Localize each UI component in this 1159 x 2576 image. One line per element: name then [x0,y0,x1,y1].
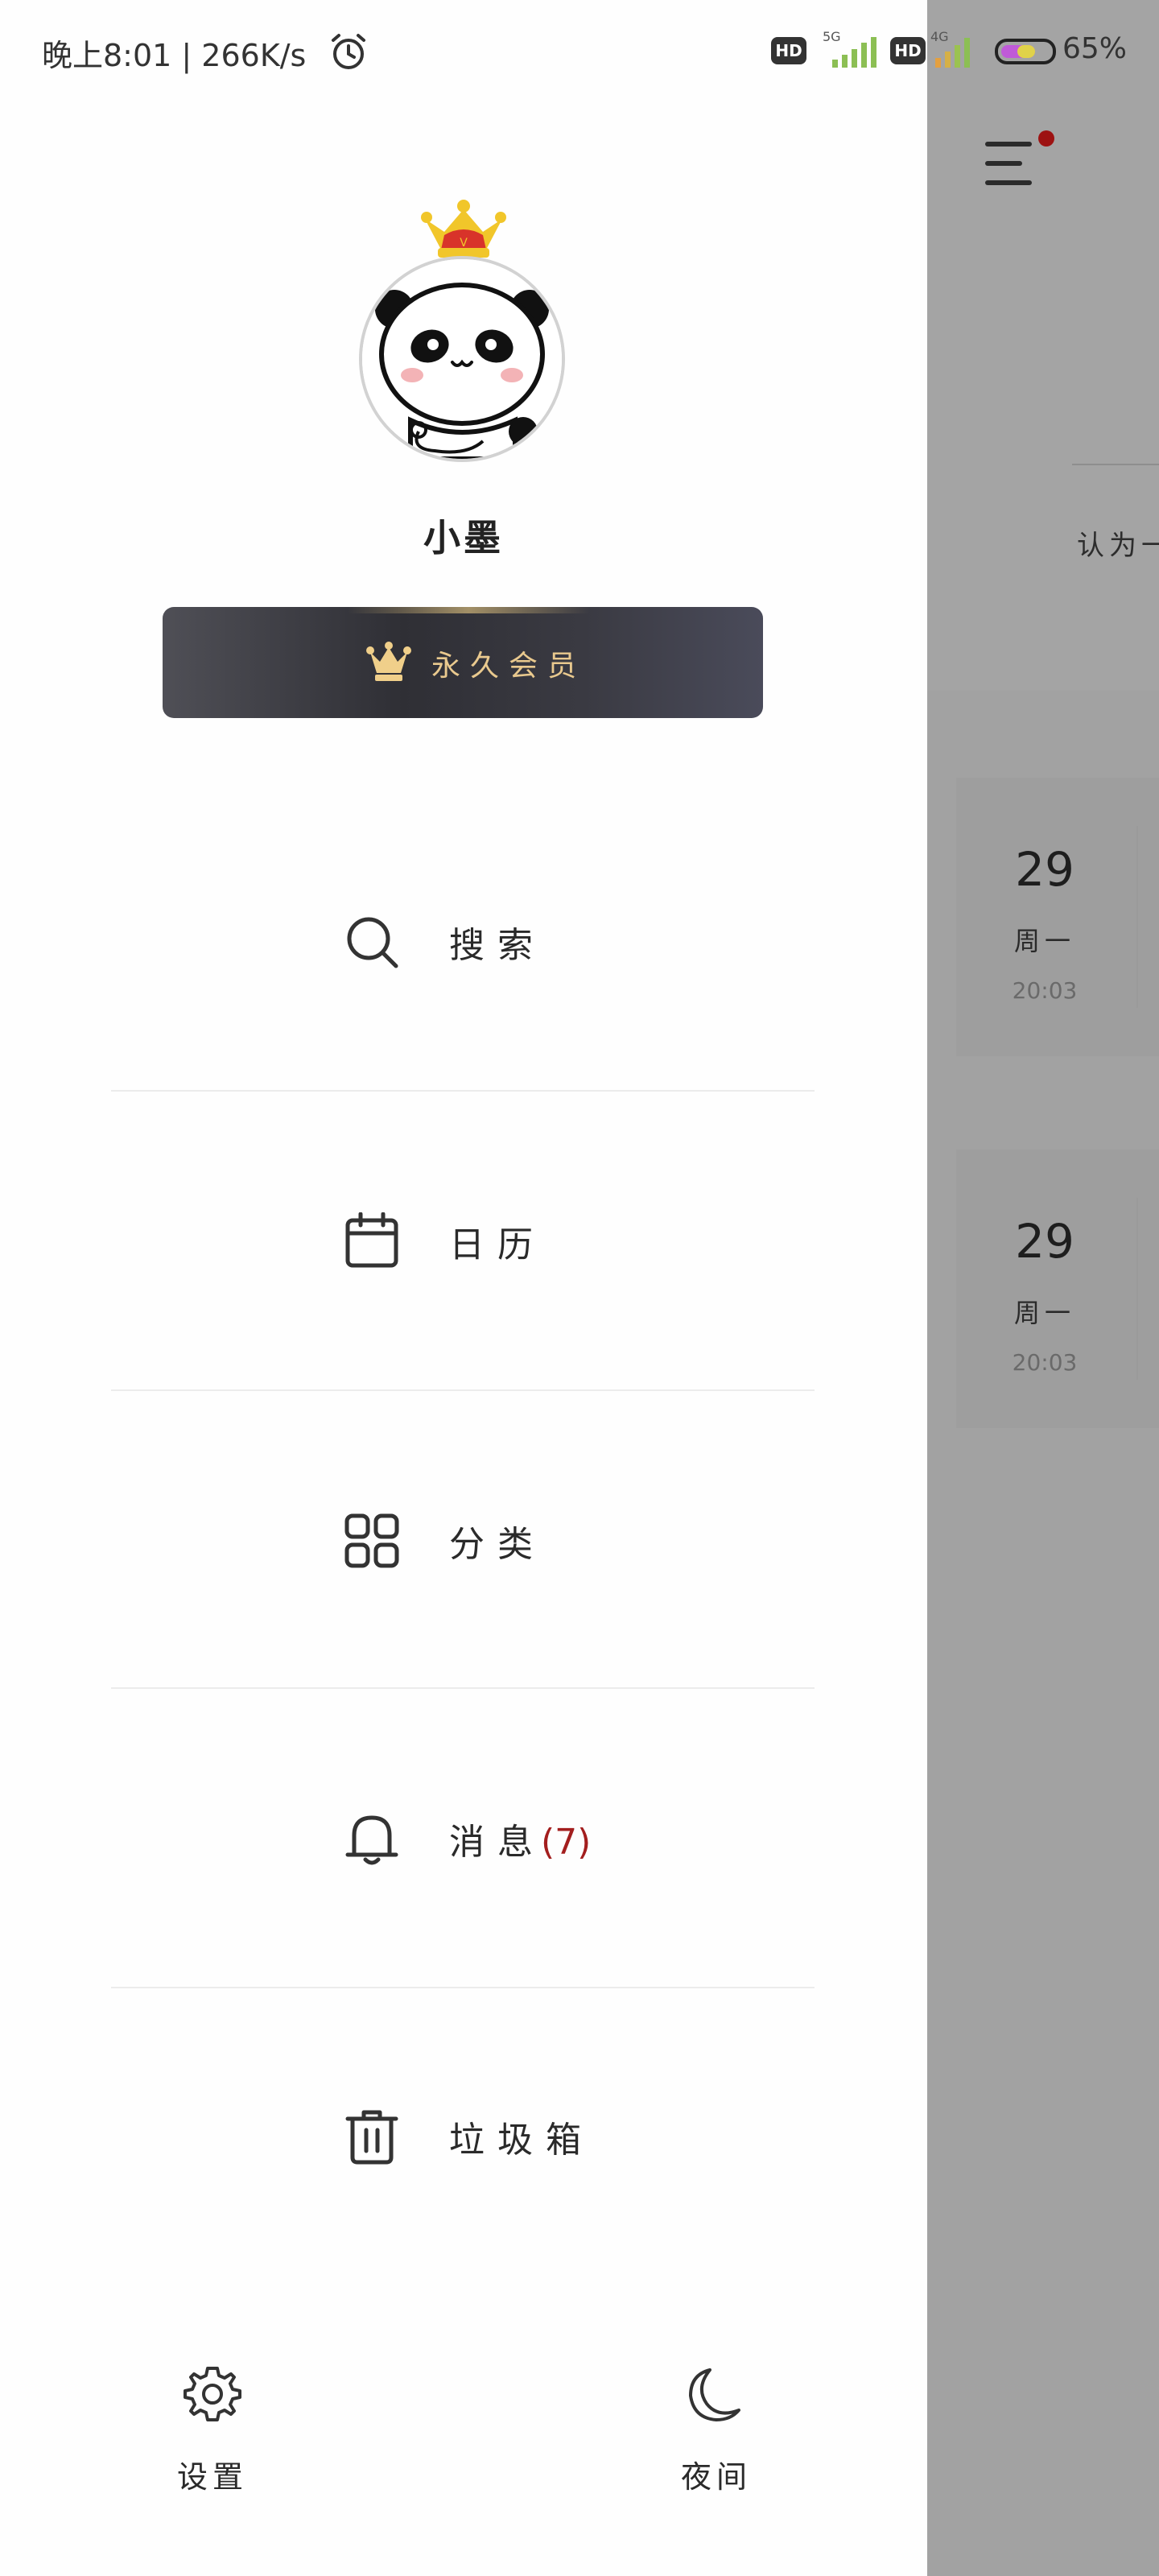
avatar[interactable] [359,256,565,462]
menu-item-label: 分类 [449,1524,546,1565]
bell-icon [345,1815,398,1865]
menu-item-label: 消息(7) [449,1813,591,1864]
card-weekday: 周一 [1013,926,1075,956]
menu-item-messages[interactable]: 消息(7) [0,1810,927,2107]
menu-icon[interactable] [985,130,1054,192]
menu-item-label: 搜索 [449,925,546,966]
card-time: 20:03 [1012,977,1078,1004]
vip-shine [348,607,589,613]
hd-badge: HD [771,37,806,64]
card-separator [1136,1198,1138,1380]
side-drawer: 晚上8:01 | 266K/s HD 5G HD 4G 65% V 小墨 永久会… [0,0,1127,2576]
battery-level: 65% [1062,32,1128,65]
divider [111,1987,815,1988]
card-day: 29 [1015,842,1074,897]
hd-badge: HD [890,37,926,64]
status-time-speed: 晚上8:01 | 266K/s [42,38,307,73]
note-card[interactable]: 29 周一 20:03 [956,778,1159,1056]
battery-icon [995,39,1056,64]
gear-icon [184,2367,241,2421]
trash-icon [345,2110,398,2165]
menu-item-text: 消息 [449,1822,546,1863]
alarm-icon [332,34,365,69]
calendar-icon [345,1212,398,1268]
menu-item-category[interactable]: 分类 [0,1512,927,1810]
grid-icon [344,1513,399,1568]
note-snippet: 认为一 [1077,530,1159,562]
main-page-overlay[interactable]: 认为一 29 周一 20:03 29 周一 20:03 [927,0,1159,2576]
vip-membership-button[interactable]: 永久会员 [163,607,763,718]
menu-item-label: 日历 [449,1224,546,1265]
card-weekday: 周一 [1013,1298,1075,1328]
settings-button[interactable]: 设置 [140,2363,285,2500]
divider [111,1389,815,1391]
divider [1072,464,1159,465]
message-count-badge: (7) [541,1822,592,1863]
search-icon [347,917,398,968]
username[interactable]: 小墨 [0,509,927,562]
menu-item-trash[interactable]: 垃圾箱 [0,2107,927,2405]
notification-dot [1038,130,1054,147]
night-label: 夜间 [680,2459,752,2495]
divider [111,1090,815,1092]
menu-item-calendar[interactable]: 日历 [0,1212,927,1510]
card-day: 29 [1015,1214,1074,1269]
vip-label: 永久会员 [431,650,587,683]
signal-icon [935,38,970,68]
crown-icon: V [421,200,506,258]
signal-icon [832,37,876,68]
moon-icon [689,2368,740,2421]
main-header-area [927,0,1159,691]
night-mode-button[interactable]: 夜间 [644,2363,789,2500]
card-separator [1136,826,1138,1008]
profile-avatar-group[interactable]: V [359,200,568,465]
settings-label: 设置 [176,2459,248,2495]
note-card[interactable]: 29 周一 20:03 [956,1150,1159,1428]
status-right: HD 5G HD 4G 65% [771,29,1141,72]
svg-text:V: V [460,237,468,250]
panda-avatar-icon [362,259,562,459]
menu-item-search[interactable]: 搜索 [0,913,927,1211]
card-time: 20:03 [1012,1349,1078,1376]
vip-crown-icon [366,642,411,681]
divider [111,1687,815,1689]
menu-item-label: 垃圾箱 [449,2120,594,2161]
